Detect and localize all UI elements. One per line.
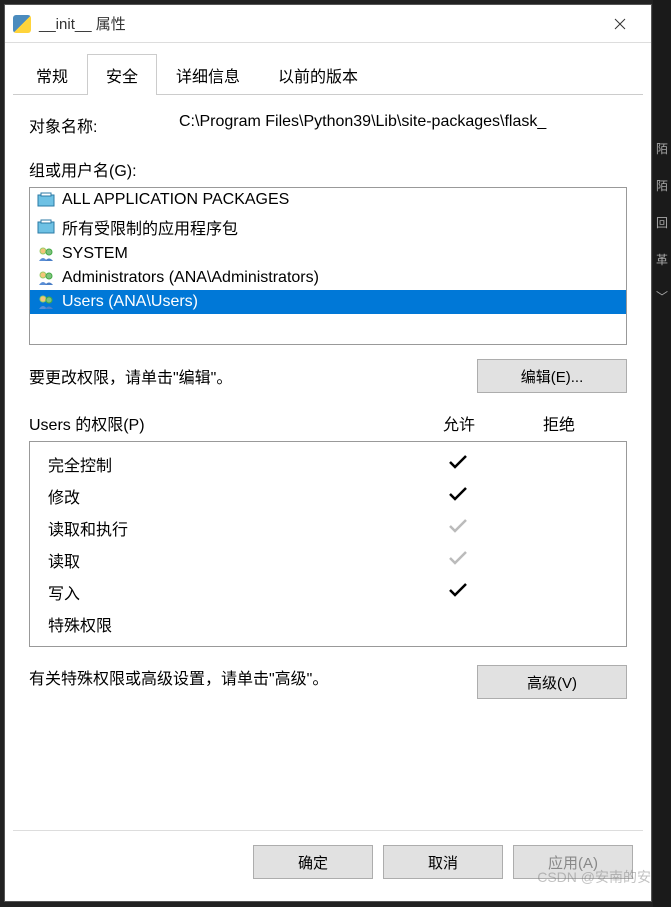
object-name-value: C:\Program Files\Python39\Lib\site-packa… — [179, 113, 627, 137]
principal-item[interactable]: Users (ANA\Users) — [30, 290, 626, 314]
package-icon — [36, 191, 56, 209]
allow-header: 允许 — [409, 411, 509, 435]
object-name-row: 对象名称: C:\Program Files\Python39\Lib\site… — [29, 113, 627, 137]
perm-allow — [408, 454, 508, 475]
advanced-hint: 有关特殊权限或高级设置，请单击"高级"。 — [29, 665, 465, 689]
perm-allow — [408, 582, 508, 603]
permissions-header: Users 的权限(P) 允许 拒绝 — [29, 411, 627, 435]
tab-details[interactable]: 详细信息 — [157, 54, 259, 95]
tab-previous[interactable]: 以前的版本 — [259, 54, 377, 95]
users-icon — [36, 269, 56, 287]
dialog-body: 常规 安全 详细信息 以前的版本 对象名称: C:\Program Files\… — [5, 43, 651, 901]
check-grey-icon — [448, 550, 468, 566]
perm-allow — [408, 550, 508, 571]
advanced-row: 有关特殊权限或高级设置，请单击"高级"。 高级(V) — [29, 665, 627, 699]
window-controls — [597, 9, 643, 39]
tab-content-security: 对象名称: C:\Program Files\Python39\Lib\site… — [13, 95, 643, 830]
check-icon — [448, 454, 468, 470]
perm-name: 写入 — [48, 580, 408, 604]
edit-button[interactable]: 编辑(E)... — [477, 359, 627, 393]
users-icon — [36, 293, 56, 311]
perm-allow — [408, 518, 508, 539]
perm-row: 读取 — [30, 544, 626, 576]
dialog-buttons: 确定 取消 应用(A) — [13, 830, 643, 893]
permissions-for-label: Users 的权限(P) — [29, 411, 409, 435]
properties-dialog: __init__ 属性 常规 安全 详细信息 以前的版本 对象名称: C:\Pr… — [4, 4, 652, 902]
edit-hint: 要更改权限，请单击"编辑"。 — [29, 364, 465, 388]
principal-name: Administrators (ANA\Administrators) — [62, 269, 319, 287]
tab-general[interactable]: 常规 — [17, 54, 87, 95]
check-grey-icon — [448, 518, 468, 534]
perm-row: 修改 — [30, 480, 626, 512]
check-icon — [448, 486, 468, 502]
perm-name: 修改 — [48, 484, 408, 508]
close-button[interactable] — [597, 9, 643, 39]
window-title: __init__ 属性 — [39, 13, 597, 34]
principal-name: Users (ANA\Users) — [62, 293, 198, 311]
ok-button[interactable]: 确定 — [253, 845, 373, 879]
perm-row: 读取和执行 — [30, 512, 626, 544]
perm-allow — [408, 486, 508, 507]
deny-header: 拒绝 — [509, 411, 609, 435]
principal-item[interactable]: 所有受限制的应用程序包 — [30, 212, 626, 242]
groups-label: 组或用户名(G): — [29, 157, 627, 181]
tab-security[interactable]: 安全 — [87, 54, 157, 95]
titlebar: __init__ 属性 — [5, 5, 651, 43]
perm-row: 完全控制 — [30, 448, 626, 480]
users-icon — [36, 245, 56, 263]
python-icon — [13, 15, 31, 33]
apply-button[interactable]: 应用(A) — [513, 845, 633, 879]
perm-name: 读取和执行 — [48, 516, 408, 540]
perm-row: 写入 — [30, 576, 626, 608]
principal-name: SYSTEM — [62, 245, 128, 263]
principal-item[interactable]: Administrators (ANA\Administrators) — [30, 266, 626, 290]
permissions-box: 完全控制 修改 读取和执行 读取 — [29, 441, 627, 647]
cancel-button[interactable]: 取消 — [383, 845, 503, 879]
principal-item[interactable]: SYSTEM — [30, 242, 626, 266]
background-strip: 陌陌回革﹀ — [653, 0, 671, 907]
principal-name: 所有受限制的应用程序包 — [62, 215, 238, 239]
perm-name: 特殊权限 — [48, 612, 408, 636]
package-icon — [36, 218, 56, 236]
perm-name: 读取 — [48, 548, 408, 572]
principals-list[interactable]: ALL APPLICATION PACKAGES 所有受限制的应用程序包 SYS… — [29, 187, 627, 345]
perm-name: 完全控制 — [48, 452, 408, 476]
principal-name: ALL APPLICATION PACKAGES — [62, 191, 289, 209]
check-icon — [448, 582, 468, 598]
tab-bar: 常规 安全 详细信息 以前的版本 — [13, 53, 643, 95]
object-name-label: 对象名称: — [29, 113, 179, 137]
advanced-button[interactable]: 高级(V) — [477, 665, 627, 699]
edit-row: 要更改权限，请单击"编辑"。 编辑(E)... — [29, 359, 627, 393]
perm-row: 特殊权限 — [30, 608, 626, 640]
principal-item[interactable]: ALL APPLICATION PACKAGES — [30, 188, 626, 212]
